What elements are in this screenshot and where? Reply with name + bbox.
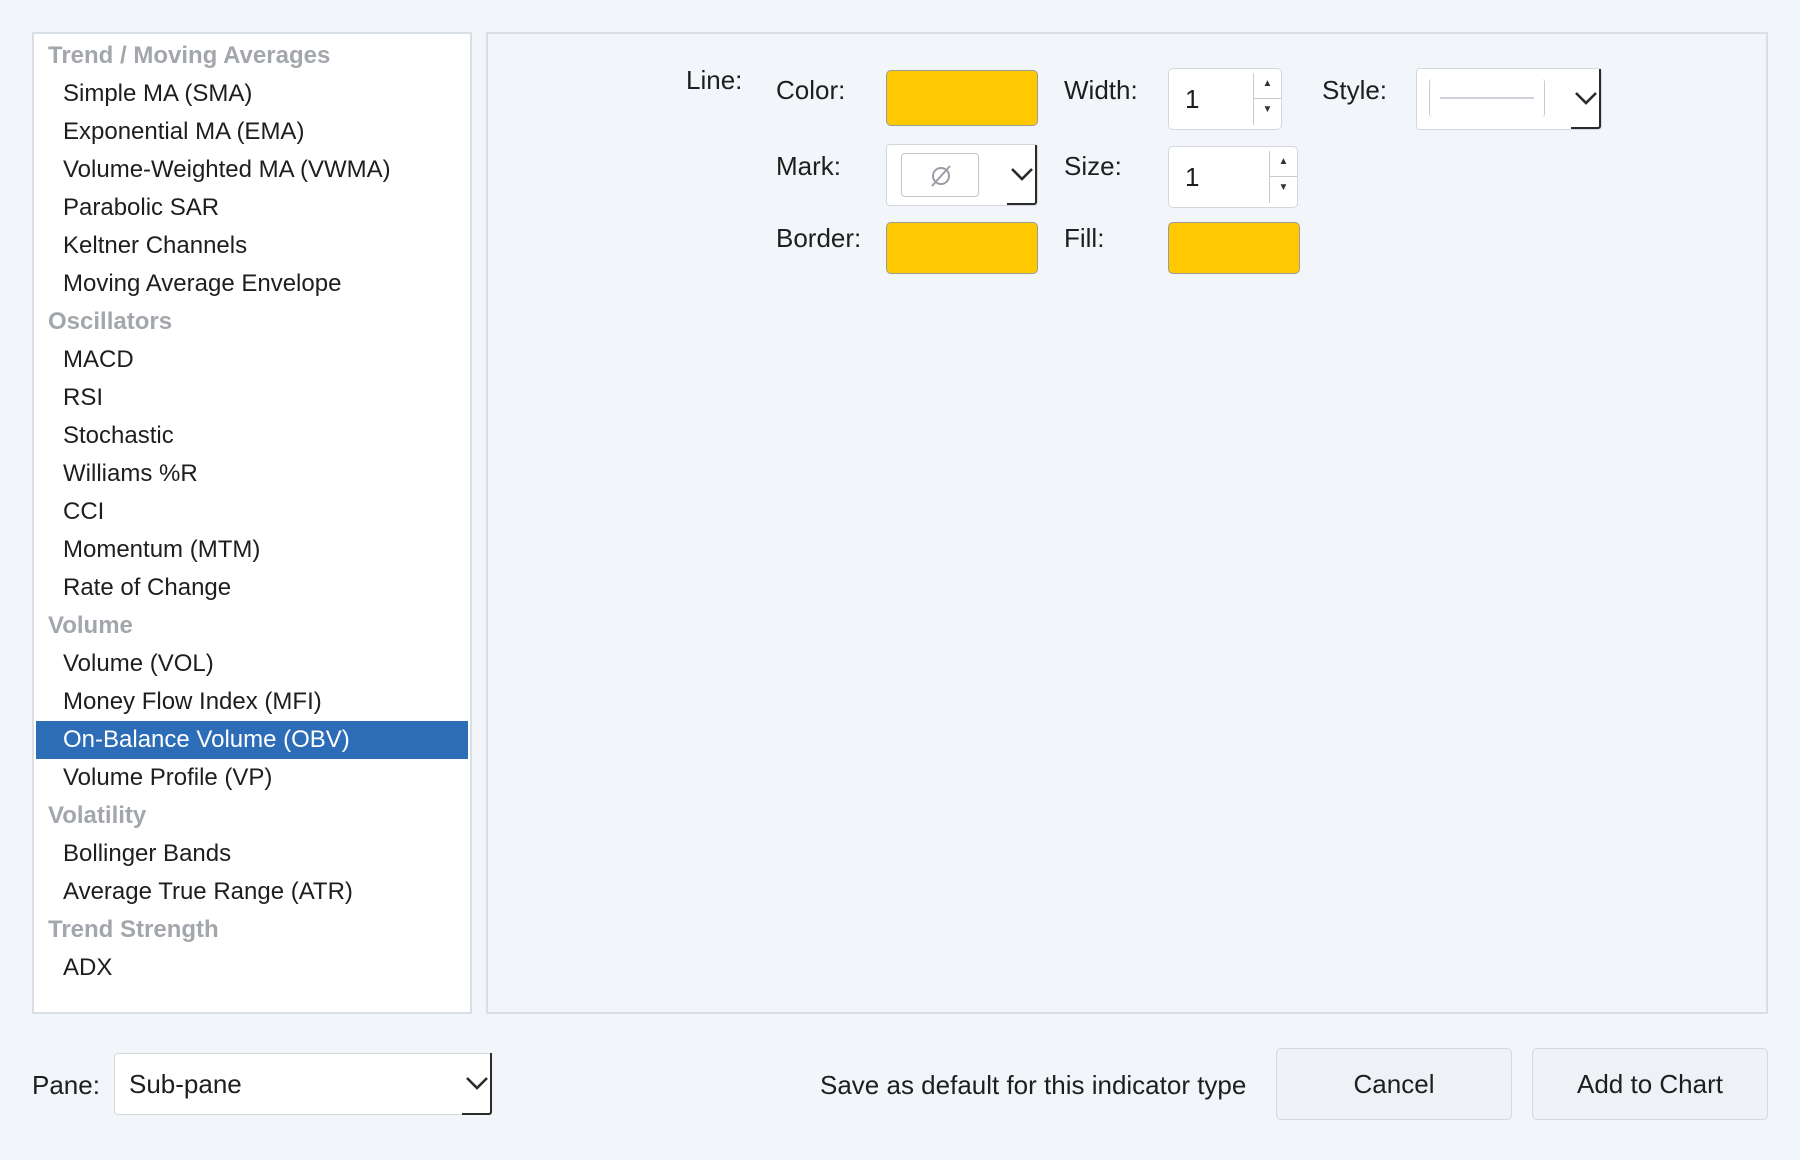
stepper-down-icon[interactable]: ▼ (1254, 99, 1281, 125)
list-item[interactable]: Keltner Channels (36, 227, 468, 265)
list-item[interactable]: Volume (VOL) (36, 645, 468, 683)
line-style-preview (1429, 79, 1545, 117)
marker-dropdown[interactable] (886, 144, 1038, 206)
chevron-down-icon[interactable] (462, 1053, 492, 1115)
width-value: 1 (1185, 84, 1200, 114)
stepper-up-icon[interactable]: ▲ (1270, 151, 1297, 177)
list-item[interactable]: Parabolic SAR (36, 189, 468, 227)
list-item[interactable]: Bollinger Bands (36, 835, 468, 873)
width-stepper-arrows[interactable]: ▲ ▼ (1253, 73, 1281, 125)
list-item[interactable]: Volume Profile (VP) (36, 759, 468, 797)
fill-color-swatch-button[interactable] (1168, 222, 1300, 274)
list-item[interactable]: Simple MA (SMA) (36, 75, 468, 113)
stepper-down-icon[interactable]: ▼ (1270, 177, 1297, 203)
border-color-swatch-button[interactable] (886, 222, 1038, 274)
list-item[interactable]: Exponential MA (EMA) (36, 113, 468, 151)
size-stepper-arrows[interactable]: ▲ ▼ (1269, 151, 1297, 203)
chevron-down-icon[interactable] (1007, 145, 1037, 205)
list-group-header: Trend Strength (48, 916, 219, 943)
list-item[interactable]: Moving Average Envelope (36, 265, 468, 303)
pane-label: Pane: (32, 1070, 100, 1100)
width-label: Width: (1064, 75, 1138, 105)
stepper-up-icon[interactable]: ▲ (1254, 73, 1281, 99)
list-group-header: Trend / Moving Averages (48, 42, 331, 69)
list-item[interactable]: Williams %R (36, 455, 468, 493)
pane-value: Sub-pane (129, 1069, 242, 1099)
pane-dropdown[interactable]: Sub-pane (114, 1053, 492, 1115)
cancel-button[interactable]: Cancel (1276, 1048, 1512, 1120)
size-stepper[interactable]: 1 ▲ ▼ (1168, 146, 1298, 208)
marker-preview (901, 153, 979, 197)
list-item[interactable]: Stochastic (36, 417, 468, 455)
size-label: Size: (1064, 151, 1122, 181)
list-item[interactable]: On-Balance Volume (OBV) (36, 721, 468, 759)
list-item[interactable]: MACD (36, 341, 468, 379)
size-value: 1 (1185, 162, 1200, 192)
list-item[interactable]: Money Flow Index (MFI) (36, 683, 468, 721)
color-label: Color: (776, 75, 846, 105)
line-style-dropdown[interactable] (1416, 68, 1602, 130)
list-item[interactable]: ADX (36, 949, 468, 987)
list-item[interactable]: Momentum (MTM) (36, 531, 468, 569)
chevron-down-icon[interactable] (1571, 69, 1601, 129)
width-stepper[interactable]: 1 ▲ ▼ (1168, 68, 1282, 130)
list-group-header: Volume (48, 612, 133, 639)
save-default-label[interactable]: Save as default for this indicator type (820, 1070, 1246, 1100)
line-label: Line: (686, 65, 743, 95)
list-item[interactable]: Rate of Change (36, 569, 468, 607)
fill-label: Fill: (1064, 223, 1105, 253)
pane-dropdown-arrow[interactable] (462, 1053, 492, 1115)
options-panel: Line: Color: Width: 1 ▲ ▼ Style: Mark: S… (486, 32, 1768, 1014)
indicator-list[interactable]: Trend / Moving Averages Simple MA (SMA) Ex… (32, 32, 472, 1014)
list-item[interactable]: Average True Range (ATR) (36, 873, 468, 911)
border-label: Border: (776, 223, 862, 253)
add-indicator-dialog: Trend / Moving Averages Simple MA (SMA) Ex… (0, 0, 1800, 1160)
color-swatch-button[interactable] (886, 70, 1038, 126)
list-item[interactable]: CCI (36, 493, 468, 531)
list-item[interactable]: RSI (36, 379, 468, 417)
no-marker-icon (931, 165, 951, 187)
style-label: Style: (1322, 75, 1388, 105)
list-group-header: Volatility (48, 802, 147, 829)
mark-label: Mark: (776, 151, 841, 181)
add-to-chart-button[interactable]: Add to Chart (1532, 1048, 1768, 1120)
list-item[interactable]: Volume-Weighted MA (VWMA) (36, 151, 468, 189)
list-group-header: Oscillators (48, 308, 173, 335)
